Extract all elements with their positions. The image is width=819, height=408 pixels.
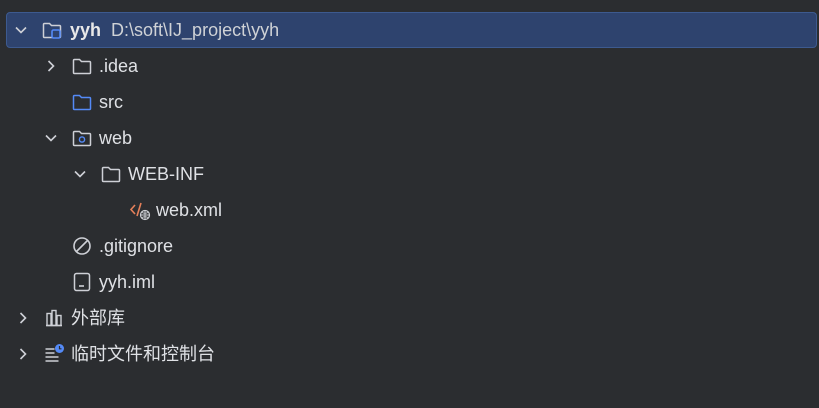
project-folder-icon [41, 19, 63, 41]
tree-row-root[interactable]: yyh D:\soft\IJ_project\yyh [6, 12, 817, 48]
tree-row-web[interactable]: web [0, 120, 819, 156]
tree-item-label: 临时文件和控制台 [71, 344, 215, 364]
tree-item-label: web.xml [156, 200, 223, 220]
tree-row-web-xml[interactable]: web.xml [0, 192, 819, 228]
web-folder-icon [71, 127, 93, 149]
project-tree: yyh D:\soft\IJ_project\yyh .idea src web… [0, 0, 819, 408]
source-folder-icon [71, 91, 93, 113]
tree-row-idea[interactable]: .idea [0, 48, 819, 84]
chevron-down-icon[interactable] [72, 166, 88, 182]
scratches-icon [43, 343, 65, 365]
tree-item-label: .gitignore [99, 236, 174, 256]
tree-row-external-libraries[interactable]: 外部库 [0, 300, 819, 336]
iml-file-icon [71, 271, 93, 293]
tree-item-label: .idea [99, 56, 139, 76]
folder-icon [71, 55, 93, 77]
folder-icon [100, 163, 122, 185]
chevron-right-icon[interactable] [15, 310, 31, 326]
project-path: D:\soft\IJ_project\yyh [111, 20, 280, 40]
xml-file-icon [129, 199, 151, 221]
chevron-right-icon[interactable] [15, 346, 31, 362]
tree-row-web-inf[interactable]: WEB-INF [0, 156, 819, 192]
tree-row-src[interactable]: src [0, 84, 819, 120]
tree-row-scratches[interactable]: 临时文件和控制台 [0, 336, 819, 372]
chevron-down-icon[interactable] [43, 130, 59, 146]
tree-item-label: yyh.iml [99, 272, 156, 292]
tree-item-label: 外部库 [71, 308, 125, 328]
tree-row-gitignore[interactable]: .gitignore [0, 228, 819, 264]
tree-row-iml[interactable]: yyh.iml [0, 264, 819, 300]
project-name: yyh [70, 20, 102, 40]
tree-item-label: web [99, 128, 133, 148]
tree-item-label: WEB-INF [128, 164, 204, 184]
ignore-file-icon [71, 235, 93, 257]
chevron-right-icon[interactable] [43, 58, 59, 74]
chevron-down-icon[interactable] [13, 22, 29, 38]
tree-item-label: src [99, 92, 123, 112]
external-libraries-icon [43, 307, 65, 329]
